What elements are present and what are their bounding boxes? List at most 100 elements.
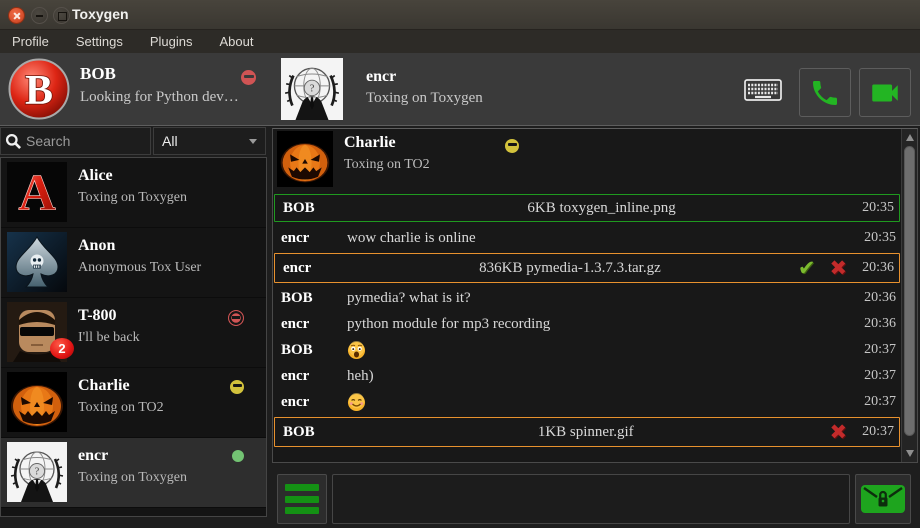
message-time: 20:37 (862, 424, 894, 440)
decline-file-icon[interactable]: ✖ (830, 422, 848, 443)
scroll-up-arrow-icon[interactable] (906, 134, 914, 141)
message-row-emoji: encr 20:37 (273, 389, 901, 415)
search-icon (5, 133, 22, 150)
menu-settings[interactable]: Settings (76, 34, 123, 49)
contact-name: encr (78, 447, 108, 465)
chat-panel: Charlie Toxing on TO2 BOB 6KB toxygen_in… (272, 128, 918, 463)
file-transfer-label: 1KB spinner.gif (349, 424, 823, 441)
search-input[interactable] (26, 133, 146, 149)
message-text: python module for mp3 recording (347, 316, 856, 333)
message-sender: BOB (281, 342, 347, 359)
contact-row-anon[interactable]: Anon Anonymous Tox User (1, 228, 266, 298)
message-sender: encr (281, 230, 347, 247)
message-sender: BOB (283, 200, 349, 217)
video-camera-icon (868, 76, 902, 110)
message-time: 20:37 (864, 368, 896, 384)
contact-row-t800[interactable]: T-800 I'll be back 2 (1, 298, 266, 368)
contact-list: A Alice Toxing on Toxygen (0, 157, 267, 517)
message-row: BOB pymedia? what is it? 20:36 (273, 285, 901, 311)
contact-filter-value: All (162, 133, 249, 149)
message-input[interactable] (332, 474, 850, 524)
chat-header-avatar-charlie (277, 131, 333, 187)
message-text: wow charlie is online (347, 230, 856, 247)
message-file-transfer: encr 836KB pymedia-1.3.7.3.tar.gz ✔ ✖ 20… (274, 253, 900, 283)
message-row: encr wow charlie is online 20:35 (273, 225, 901, 251)
menu-plugins[interactable]: Plugins (150, 34, 193, 49)
send-encrypted-envelope-icon (860, 483, 906, 515)
chat-menu-button[interactable] (277, 474, 327, 524)
contact-name: Charlie (78, 377, 130, 395)
chevron-down-icon (249, 139, 257, 144)
close-button[interactable] (8, 7, 25, 24)
svg-text:B: B (25, 68, 53, 114)
contact-status-message: Toxing on Toxygen (78, 190, 187, 206)
toxygen-window: Toxygen Profile Settings Plugins About B… (0, 0, 920, 528)
contact-status-message: Toxing on Toxygen (78, 470, 187, 486)
message-file-transfer: BOB 6KB toxygen_inline.png 20:35 (274, 194, 900, 222)
message-row: encr python module for mp3 recording 20:… (273, 311, 901, 337)
avatar-charlie (7, 372, 67, 432)
contact-filter-dropdown[interactable]: All (153, 127, 266, 155)
window-title: Toxygen (72, 6, 129, 22)
contact-name: Anon (78, 237, 115, 255)
contact-status-message: Toxing on TO2 (78, 400, 164, 416)
scroll-down-arrow-icon[interactable] (906, 450, 914, 457)
contact-status-busy-icon (228, 310, 244, 326)
chat-header: Charlie Toxing on TO2 (273, 129, 901, 189)
hamburger-icon (285, 484, 319, 491)
self-name: BOB (80, 64, 116, 84)
self-status-busy-icon[interactable] (241, 70, 256, 85)
contact-name: T-800 (78, 307, 117, 325)
chat-header-status-message: Toxing on TO2 (344, 157, 430, 173)
message-sender: BOB (281, 290, 347, 307)
contact-name: Alice (78, 167, 113, 185)
contact-status-message: Anonymous Tox User (78, 260, 201, 276)
maximize-button[interactable] (53, 7, 70, 24)
menu-about[interactable]: About (219, 34, 253, 49)
phone-icon (809, 77, 841, 109)
send-message-button[interactable] (855, 474, 911, 524)
self-avatar[interactable]: B (8, 58, 70, 120)
smiling-face-emoji (347, 393, 856, 412)
contact-row-charlie[interactable]: Charlie Toxing on TO2 (1, 368, 266, 438)
self-status-message: Looking for Python dev… (80, 89, 239, 106)
message-list: BOB 6KB toxygen_inline.png 20:35 encr wo… (273, 191, 901, 449)
message-sender: encr (281, 368, 347, 385)
file-transfer-label: 6KB toxygen_inline.png (349, 200, 854, 217)
message-time: 20:37 (864, 342, 896, 358)
chat-scrollbar[interactable] (901, 129, 917, 462)
avatar-alice: A (7, 162, 67, 222)
active-friend-status-message: Toxing on Toxygen (366, 90, 483, 107)
minimize-button[interactable] (31, 7, 48, 24)
decline-file-icon[interactable]: ✖ (830, 258, 848, 279)
audio-call-button[interactable] (799, 68, 851, 117)
scared-face-emoji (347, 341, 856, 360)
keyboard-icon[interactable] (744, 79, 782, 101)
svg-text:?: ? (310, 84, 315, 95)
message-time: 20:36 (864, 290, 896, 306)
contact-row-alice[interactable]: A Alice Toxing on Toxygen (1, 158, 266, 228)
search-box (0, 127, 151, 155)
message-text: pymedia? what is it? (347, 290, 856, 307)
message-sender: encr (281, 316, 347, 333)
avatar-encr: ? (7, 442, 67, 502)
titlebar: Toxygen (0, 0, 920, 30)
active-friend-avatar: ? (281, 58, 343, 120)
message-time: 20:37 (864, 394, 896, 410)
menubar: Profile Settings Plugins About (0, 30, 920, 53)
svg-text:?: ? (35, 467, 40, 478)
menu-profile[interactable]: Profile (12, 34, 49, 49)
file-transfer-label: 836KB pymedia-1.3.7.3.tar.gz (349, 260, 791, 277)
video-call-button[interactable] (859, 68, 911, 117)
message-row: encr heh) 20:37 (273, 363, 901, 389)
topbar: B BOB Looking for Python dev… ? (0, 53, 920, 126)
contact-row-encr[interactable]: ? encr Toxing on Toxygen (1, 438, 266, 508)
accept-file-icon[interactable]: ✔ (798, 258, 816, 279)
active-friend-name: encr (366, 68, 396, 86)
message-row-emoji: BOB 20:37 (273, 337, 901, 363)
message-time: 20:35 (862, 200, 894, 216)
scrollbar-thumb[interactable] (904, 146, 915, 436)
contact-status-away-icon (230, 380, 244, 394)
chat-header-away-icon (505, 139, 519, 153)
contact-status-message: I'll be back (78, 330, 140, 346)
